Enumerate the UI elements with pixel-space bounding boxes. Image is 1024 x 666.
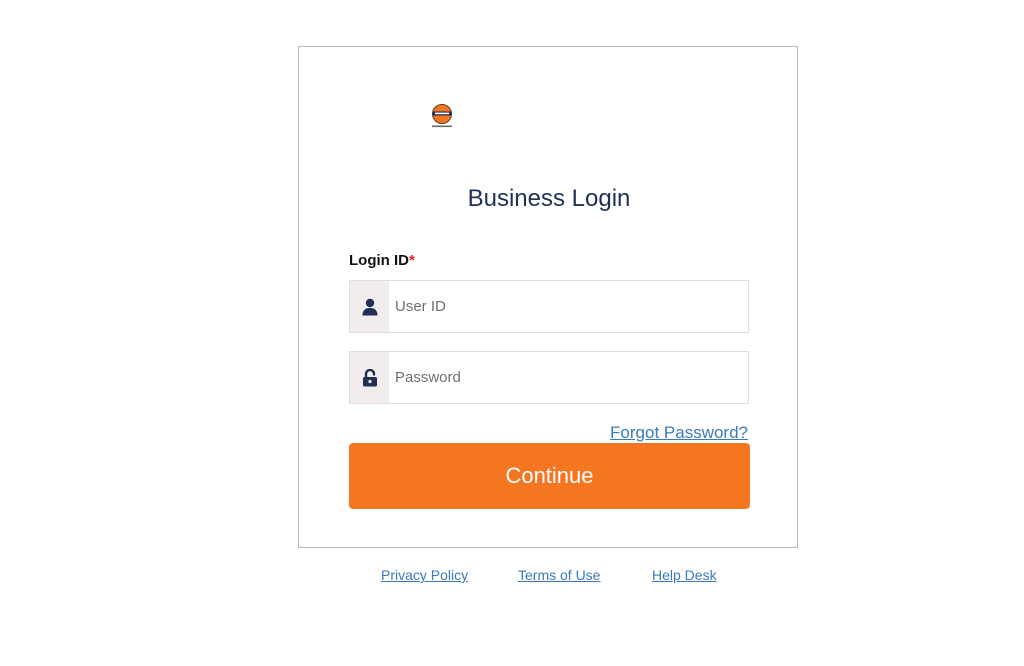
terms-of-use-link[interactable]: Terms of Use [518, 567, 600, 583]
password-input[interactable] [389, 352, 748, 403]
user-id-input[interactable] [389, 281, 748, 332]
user-id-group [349, 280, 749, 333]
help-desk-link[interactable]: Help Desk [652, 567, 717, 583]
login-id-label: Login ID* [349, 252, 415, 269]
page-title: Business Login [467, 185, 631, 212]
password-group [349, 351, 749, 404]
forgot-password-link[interactable]: Forgot Password? [610, 423, 748, 443]
login-page: Business Login Login ID* User ID Forgot … [0, 0, 1024, 666]
footer-links: Privacy Policy Terms of Use Help Desk [0, 567, 1024, 587]
brand-logo [430, 103, 454, 129]
user-icon [350, 281, 389, 332]
privacy-policy-link[interactable]: Privacy Policy [381, 567, 468, 583]
login-id-label-text: Login ID [349, 252, 409, 269]
login-card: Business Login Login ID* User ID Forgot … [298, 46, 798, 548]
continue-button[interactable]: Continue [349, 443, 750, 509]
required-asterisk: * [409, 252, 415, 269]
unlock-icon [350, 352, 389, 403]
